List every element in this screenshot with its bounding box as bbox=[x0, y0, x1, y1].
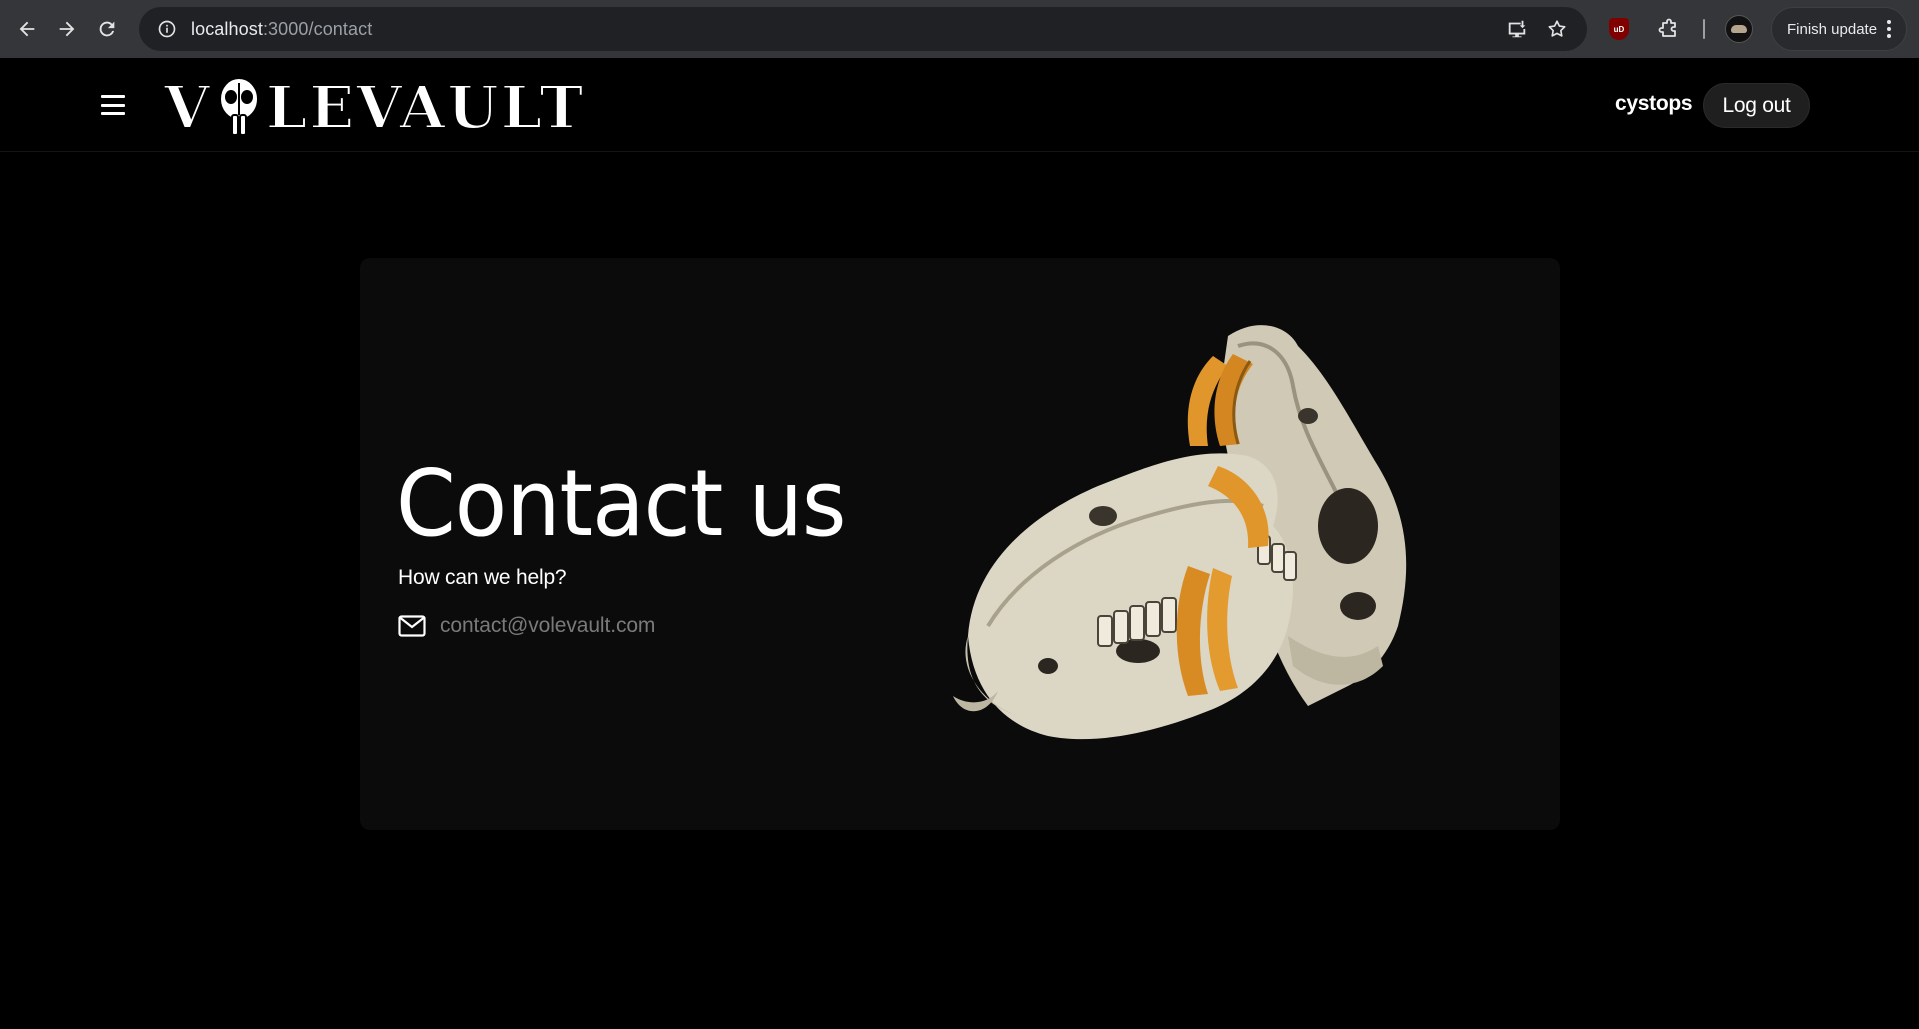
reload-icon bbox=[99, 21, 115, 37]
extensions-puzzle-icon bbox=[1658, 18, 1676, 37]
address-bar[interactable]: localhost:3000/contact bbox=[139, 7, 1587, 51]
logout-button[interactable]: Log out bbox=[1703, 83, 1810, 128]
url-text[interactable]: localhost:3000/contact bbox=[191, 19, 372, 40]
logo-text-left: V bbox=[163, 72, 212, 143]
url-host: localhost bbox=[191, 18, 263, 39]
profile-avatar-icon[interactable] bbox=[1725, 15, 1753, 43]
contact-email-row[interactable]: contact@volevault.com bbox=[398, 614, 655, 638]
contact-email-link[interactable]: contact@volevault.com bbox=[440, 614, 655, 638]
toolbar-divider bbox=[1703, 19, 1705, 39]
url-path: :3000/contact bbox=[262, 18, 373, 39]
site-header: V LEVAULT cystops Log out bbox=[0, 58, 1919, 152]
info-icon bbox=[158, 20, 176, 38]
forward-arrow-icon bbox=[59, 21, 75, 37]
ublock-extension-icon: uD bbox=[1609, 18, 1629, 40]
extensions-button[interactable] bbox=[1649, 9, 1689, 49]
back-button[interactable] bbox=[7, 9, 47, 49]
install-app-icon bbox=[1508, 20, 1526, 38]
finish-update-button[interactable]: Finish update bbox=[1771, 7, 1907, 51]
page-title: Contact us bbox=[396, 450, 847, 557]
site-info-button[interactable] bbox=[155, 17, 179, 41]
rodent-skulls-image bbox=[953, 325, 1407, 740]
forward-button[interactable] bbox=[47, 9, 87, 49]
page-subtitle: How can we help? bbox=[398, 566, 567, 589]
logo-skull-icon bbox=[218, 77, 259, 136]
contact-card: Contact us How can we help? contact@vole… bbox=[360, 258, 1560, 830]
bookmark-button[interactable] bbox=[1537, 9, 1577, 49]
finish-update-label: Finish update bbox=[1787, 20, 1878, 38]
hamburger-menu-icon[interactable] bbox=[98, 93, 128, 117]
ublock-extension-button[interactable]: uD bbox=[1599, 9, 1639, 49]
logo-text-right: LEVAULT bbox=[265, 72, 586, 143]
volevault-logo[interactable]: V LEVAULT bbox=[163, 72, 586, 143]
bookmark-star-icon bbox=[1548, 20, 1566, 37]
install-app-button[interactable] bbox=[1497, 9, 1537, 49]
username-link[interactable]: cystops bbox=[1615, 92, 1693, 116]
mail-icon bbox=[398, 615, 426, 637]
browser-toolbar: localhost:3000/contact uD Finish update bbox=[0, 0, 1919, 58]
more-vert-icon bbox=[1887, 20, 1892, 38]
reload-button[interactable] bbox=[87, 9, 127, 49]
back-arrow-icon bbox=[19, 21, 35, 37]
